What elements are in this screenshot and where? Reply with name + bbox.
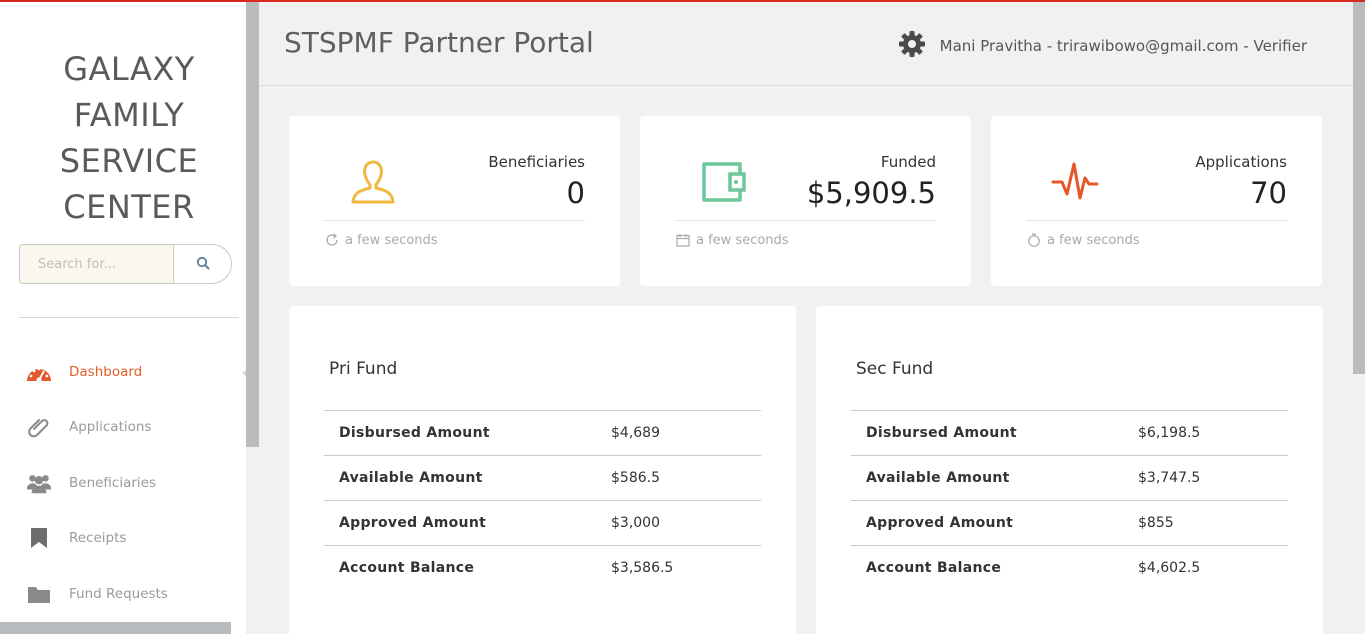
table-row: Available Amount $3,747.5	[851, 455, 1288, 501]
refresh-icon	[324, 232, 340, 248]
search-icon	[196, 255, 210, 274]
stat-card-funded: Funded $5,909.5 a few seconds	[640, 116, 971, 286]
top-accent-bar	[0, 0, 1365, 2]
sidebar-item-applications[interactable]: Applications	[0, 400, 246, 456]
fund-row-value: $586.5	[611, 470, 660, 486]
stat-card-beneficiaries: Beneficiaries 0 a few seconds	[289, 116, 620, 286]
sidebar: GALAXY FAMILY SERVICE CENTER Dashboard A…	[0, 2, 248, 634]
fund-table: Disbursed Amount $6,198.5 Available Amou…	[851, 410, 1288, 591]
sidebar-horizontal-scrollbar[interactable]	[0, 622, 231, 634]
table-row: Account Balance $3,586.5	[324, 545, 761, 591]
sidebar-item-label: Fund Requests	[69, 585, 168, 602]
stat-label: Applications	[1195, 153, 1287, 171]
brand-name: GALAXY FAMILY SERVICE CENTER	[0, 46, 258, 230]
stat-value: 70	[1250, 176, 1287, 210]
stat-footer: a few seconds	[675, 232, 789, 248]
fund-row-value: $6,198.5	[1138, 425, 1201, 441]
user-menu[interactable]: Mani Pravitha - trirawibowo@gmail.com - …	[898, 30, 1307, 62]
table-row: Available Amount $586.5	[324, 455, 761, 501]
brand-line: CENTER	[63, 188, 195, 226]
fund-row-value: $855	[1138, 515, 1174, 531]
sidebar-item-label: Applications	[69, 419, 152, 436]
top-header: STSPMF Partner Portal Mani Pravitha - tr…	[259, 2, 1353, 86]
stat-divider	[324, 220, 585, 221]
stat-divider	[675, 220, 936, 221]
stat-value: 0	[566, 176, 585, 210]
sidebar-item-receipts[interactable]: Receipts	[0, 511, 246, 567]
table-row: Approved Amount $3,000	[324, 500, 761, 546]
fund-row-value: $3,586.5	[611, 560, 674, 577]
table-row: Account Balance $4,602.5	[851, 545, 1288, 591]
fund-row-key: Account Balance	[339, 560, 475, 577]
user-info: Mani Pravitha - trirawibowo@gmail.com - …	[939, 37, 1307, 55]
stopwatch-icon	[1026, 232, 1042, 248]
fund-row-value: $3,747.5	[1138, 470, 1201, 486]
fund-title: Sec Fund	[856, 359, 934, 379]
brand-line: SERVICE	[59, 142, 199, 180]
fund-row-value: $4,689	[611, 425, 660, 441]
wallet-icon	[698, 156, 750, 208]
sidebar-item-fund-requests[interactable]: Fund Requests	[0, 566, 246, 622]
sidebar-nav: Dashboard Applications Beneficiaries Rec…	[0, 344, 248, 622]
table-row: Disbursed Amount $4,689	[324, 410, 761, 456]
page-title: STSPMF Partner Portal	[284, 26, 594, 59]
calendar-icon	[675, 232, 691, 248]
stat-footer-text: a few seconds	[696, 232, 789, 248]
brand-line: FAMILY	[73, 96, 185, 134]
fund-row-key: Available Amount	[339, 470, 483, 486]
sidebar-scrollbar[interactable]	[246, 2, 259, 447]
folder-icon	[26, 581, 52, 607]
fund-panel-pri: Pri Fund Disbursed Amount $4,689 Availab…	[289, 306, 796, 634]
fund-row-key: Disbursed Amount	[866, 425, 1017, 441]
stat-label: Beneficiaries	[488, 153, 585, 171]
bookmark-icon	[26, 525, 52, 551]
stat-footer-text: a few seconds	[1047, 232, 1140, 248]
sidebar-item-label: Dashboard	[69, 363, 143, 380]
stat-card-applications: Applications 70 a few seconds	[991, 116, 1322, 286]
paperclip-icon	[26, 414, 52, 440]
user-icon	[347, 156, 399, 208]
table-row: Disbursed Amount $6,198.5	[851, 410, 1288, 456]
fund-row-key: Disbursed Amount	[339, 425, 490, 441]
dashboard-gauge-icon	[26, 359, 52, 385]
stat-value: $5,909.5	[806, 176, 936, 210]
pulse-icon	[1049, 156, 1101, 208]
table-row: Approved Amount $855	[851, 500, 1288, 546]
fund-panel-sec: Sec Fund Disbursed Amount $6,198.5 Avail…	[816, 306, 1323, 634]
sidebar-item-beneficiaries[interactable]: Beneficiaries	[0, 455, 246, 511]
stat-footer-text: a few seconds	[345, 232, 438, 248]
fund-title: Pri Fund	[329, 359, 398, 379]
stat-footer: a few seconds	[324, 232, 438, 248]
stat-footer: a few seconds	[1026, 232, 1140, 248]
fund-row-value: $4,602.5	[1138, 560, 1201, 577]
sidebar-divider	[19, 317, 239, 318]
search-input[interactable]	[19, 244, 174, 284]
brand-line: GALAXY	[63, 50, 195, 88]
fund-row-key: Approved Amount	[866, 515, 1014, 531]
fund-row-key: Approved Amount	[339, 515, 487, 531]
fund-row-value: $3,000	[611, 515, 660, 531]
gear-icon[interactable]	[898, 30, 926, 62]
main-scrollbar[interactable]	[1353, 2, 1365, 374]
fund-row-key: Account Balance	[866, 560, 1002, 577]
fund-row-key: Available Amount	[866, 470, 1010, 486]
sidebar-item-label: Receipts	[69, 530, 127, 547]
sidebar-item-label: Beneficiaries	[69, 474, 157, 491]
users-icon	[26, 470, 52, 496]
stat-label: Funded	[880, 153, 936, 171]
fund-table: Disbursed Amount $4,689 Available Amount…	[324, 410, 761, 591]
sidebar-item-dashboard[interactable]: Dashboard	[0, 344, 248, 400]
sidebar-search	[19, 244, 232, 284]
stat-divider	[1026, 220, 1287, 221]
search-button[interactable]	[173, 244, 232, 284]
